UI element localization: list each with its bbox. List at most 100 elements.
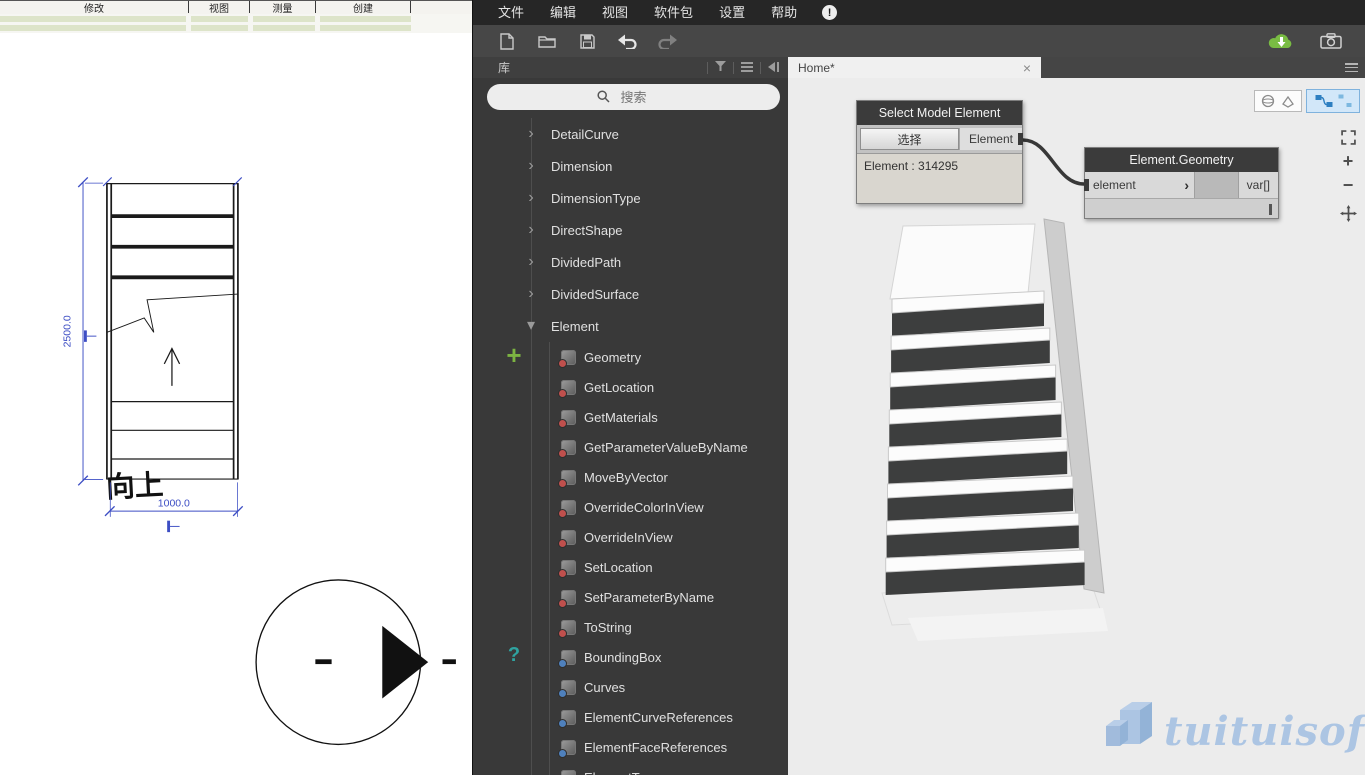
dim-vertical-text[interactable]: 2500.0 — [62, 315, 74, 347]
chevron-right-icon[interactable]: › — [519, 190, 543, 206]
action-member-icon — [561, 530, 576, 545]
menu-item-帮助[interactable]: 帮助 — [758, 0, 810, 25]
output-port-var[interactable]: var[] — [1238, 172, 1278, 198]
menu-item-设置[interactable]: 设置 — [706, 0, 758, 25]
section-marker[interactable] — [256, 580, 456, 744]
revit-drawing-area[interactable]: 向上 2500.0 1000.0 — [0, 34, 472, 775]
library-item-DividedPath[interactable]: ›DividedPath — [473, 246, 788, 278]
input-port-element[interactable]: element › — [1085, 172, 1195, 198]
revit-tab-测量[interactable]: 测量 — [250, 1, 316, 13]
lacing-indicator[interactable] — [1269, 204, 1272, 215]
library-item-label: ElementCurveReferences — [584, 710, 733, 725]
library-item-label: GetMaterials — [584, 410, 658, 425]
library-collapse-icon[interactable] — [768, 61, 780, 75]
library-item-Dimension[interactable]: ›Dimension — [473, 150, 788, 182]
library-item-GetMaterials[interactable]: GetMaterials — [473, 402, 788, 432]
library-item-BoundingBox[interactable]: BoundingBox — [473, 642, 788, 672]
library-layout-icon[interactable] — [741, 61, 753, 75]
notification-alert-icon[interactable]: ! — [822, 5, 837, 20]
library-item-DividedSurface[interactable]: ›DividedSurface — [473, 278, 788, 310]
library-item-Element[interactable]: ▾ Element — [473, 310, 788, 342]
library-item-GetLocation[interactable]: GetLocation — [473, 372, 788, 402]
node-element-geometry[interactable]: Element.Geometry element › var[] — [1084, 147, 1279, 219]
default-value-icon[interactable]: › — [1184, 178, 1189, 192]
revit-tab-创建[interactable]: 创建 — [316, 1, 411, 13]
output-port-notch[interactable] — [1018, 133, 1023, 145]
library-item-label: Geometry — [584, 350, 641, 365]
watermark: tuituisoft .com — [1104, 696, 1365, 752]
library-item-Geometry[interactable]: Geometry — [473, 342, 788, 372]
stairs-3d-preview — [878, 213, 1108, 643]
library-item-label: DetailCurve — [551, 127, 619, 142]
library-item-SetLocation[interactable]: SetLocation — [473, 552, 788, 582]
output-port-element[interactable]: Element — [959, 128, 1022, 150]
toolbar-right — [1261, 28, 1365, 54]
library-item-label: SetParameterByName — [584, 590, 714, 605]
chevron-right-icon[interactable]: › — [519, 286, 543, 302]
cloud-export-button[interactable] — [1261, 28, 1301, 54]
zoom-in-button[interactable]: + — [1337, 150, 1359, 172]
redo-button[interactable] — [647, 28, 687, 54]
library-item-label: OverrideInView — [584, 530, 673, 545]
revit-tab-视图[interactable]: 视图 — [189, 1, 250, 13]
library-item-label: Element — [551, 319, 599, 334]
action-member-icon — [561, 410, 576, 425]
tab-close-icon[interactable]: × — [1023, 61, 1031, 75]
library-item-OverrideInView[interactable]: OverrideInView — [473, 522, 788, 552]
search-input[interactable] — [487, 84, 780, 110]
library-item-ElementType[interactable]: ElementType — [473, 762, 788, 775]
chevron-right-icon[interactable]: › — [519, 126, 543, 142]
node-select-model-element[interactable]: Select Model Element 选择 Element Element … — [856, 100, 1023, 204]
node-title[interactable]: Element.Geometry — [1085, 148, 1278, 172]
query-member-icon — [561, 740, 576, 755]
revit-window: 修改视图测量创建 — [0, 0, 472, 775]
library-item-Curves[interactable]: Curves — [473, 672, 788, 702]
open-file-button[interactable] — [527, 28, 567, 54]
dynamo-canvas[interactable]: Select Model Element 选择 Element Element … — [788, 78, 1365, 775]
library-item-DimensionType[interactable]: ›DimensionType — [473, 182, 788, 214]
library-item-ElementFaceReferences[interactable]: ElementFaceReferences — [473, 732, 788, 762]
graph-view-toggle[interactable] — [1306, 89, 1360, 113]
plane-preview-icon — [1281, 94, 1295, 108]
chevron-down-icon[interactable]: ▾ — [519, 318, 543, 334]
library-search — [487, 84, 780, 110]
chevron-right-icon[interactable]: › — [519, 158, 543, 174]
select-button[interactable]: 选择 — [860, 128, 959, 150]
node-graph-icon — [1315, 94, 1333, 108]
workspace-menu-icon[interactable] — [1345, 63, 1358, 72]
library-item-SetParameterByName[interactable]: SetParameterByName — [473, 582, 788, 612]
chevron-right-icon[interactable]: › — [519, 222, 543, 238]
zoom-out-button[interactable]: − — [1337, 174, 1359, 196]
library-filter-icon[interactable] — [715, 61, 726, 75]
zoom-fit-button[interactable] — [1337, 126, 1359, 148]
node-body: 选择 Element — [857, 125, 1022, 153]
menu-item-软件包[interactable]: 软件包 — [641, 0, 706, 25]
menu-item-文件[interactable]: 文件 — [485, 0, 537, 25]
input-port-notch[interactable] — [1084, 179, 1089, 191]
library-item-OverrideColorInView[interactable]: OverrideColorInView — [473, 492, 788, 522]
revit-tab-修改[interactable]: 修改 — [0, 1, 189, 13]
camera-screenshot-button[interactable] — [1311, 28, 1351, 54]
library-item-GetParameterValueByName[interactable]: GetParameterValueByName — [473, 432, 788, 462]
save-button[interactable] — [567, 28, 607, 54]
menu-item-编辑[interactable]: 编辑 — [537, 0, 589, 25]
pan-button[interactable] — [1337, 202, 1359, 224]
node-title[interactable]: Select Model Element — [857, 101, 1022, 125]
dim-horizontal-text[interactable]: 1000.0 — [158, 497, 190, 509]
undo-button[interactable] — [607, 28, 647, 54]
library-item-ToString[interactable]: ToString — [473, 612, 788, 642]
geometry-view-toggle[interactable] — [1254, 90, 1302, 112]
new-file-button[interactable] — [487, 28, 527, 54]
library-title: 库 — [498, 59, 510, 76]
library-item-DetailCurve[interactable]: › DetailCurve — [473, 118, 788, 150]
library-item-MoveByVector[interactable]: MoveByVector — [473, 462, 788, 492]
revit-panel-strip — [0, 14, 472, 33]
query-member-icon — [561, 680, 576, 695]
library-item-ElementCurveReferences[interactable]: ElementCurveReferences — [473, 702, 788, 732]
dynamo-toolbar — [473, 25, 1365, 57]
tab-home[interactable]: Home* × — [788, 57, 1041, 78]
menu-item-视图[interactable]: 视图 — [589, 0, 641, 25]
library-item-DirectShape[interactable]: ›DirectShape — [473, 214, 788, 246]
chevron-right-icon[interactable]: › — [519, 254, 543, 270]
node-selection-value: Element : 314295 — [857, 153, 1022, 203]
